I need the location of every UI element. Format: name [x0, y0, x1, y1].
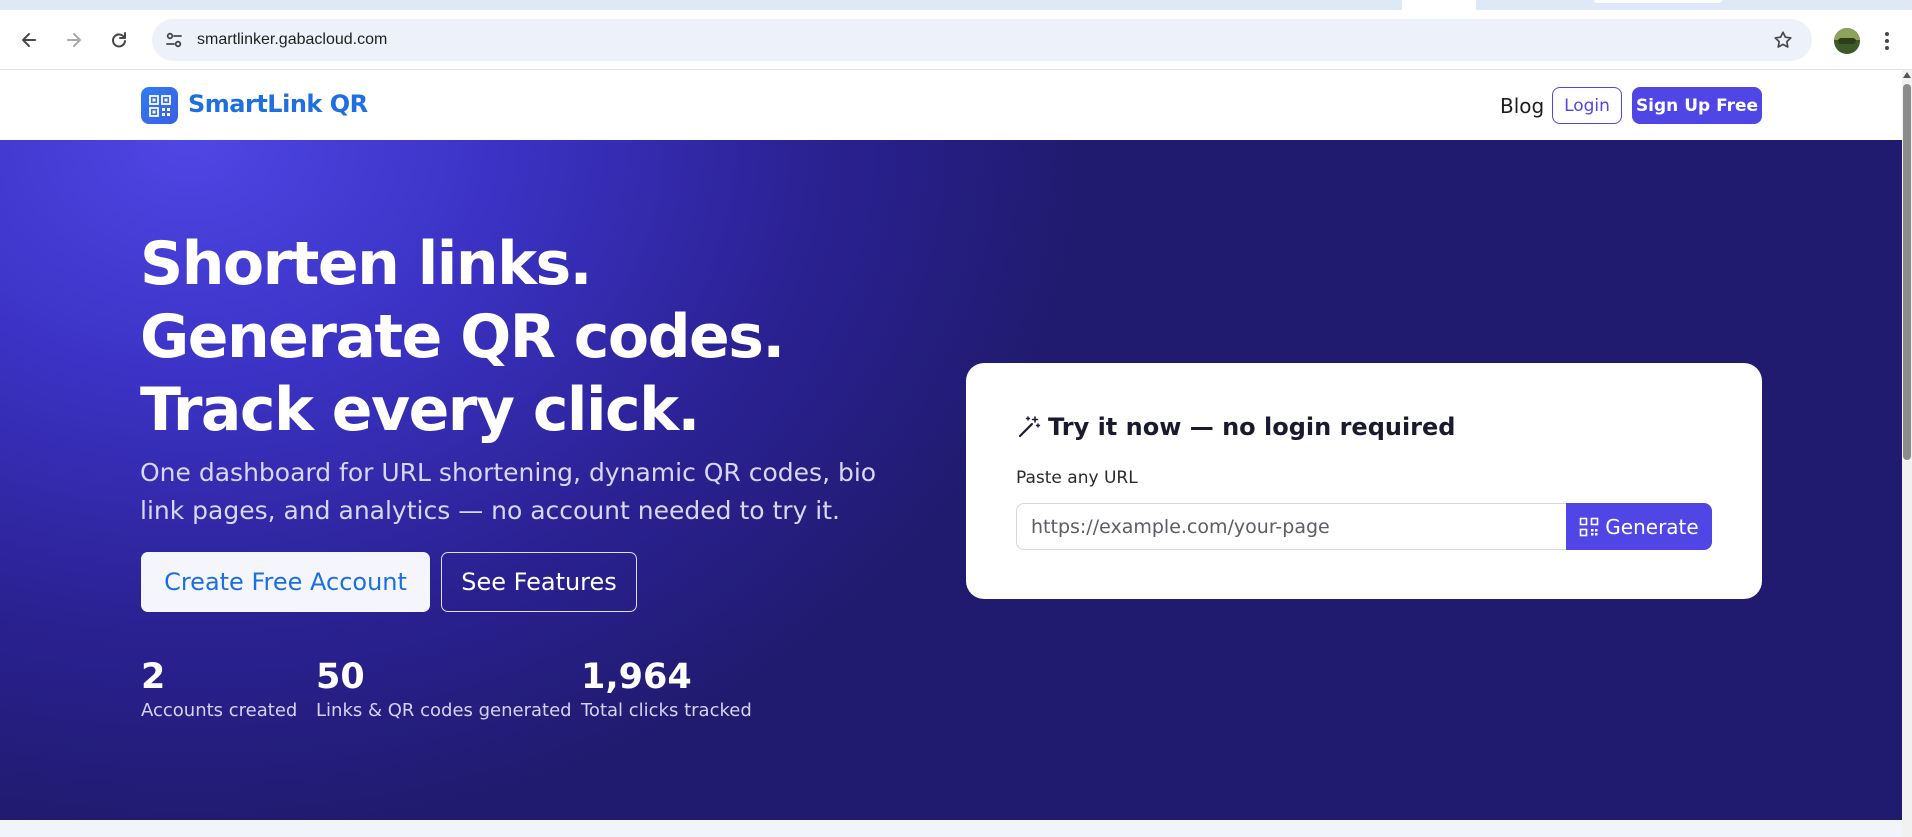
browser-toolbar: smartlinker.gabacloud.com: [0, 10, 1912, 70]
stat-label: Links & QR codes generated: [316, 700, 572, 721]
page-scrollbar[interactable]: [1902, 70, 1912, 837]
try-it-card: Try it now — no login required Paste any…: [966, 363, 1762, 599]
browser-tab[interactable]: [1594, 0, 1722, 3]
site-header: SmartLink QR Blog Login Sign Up Free: [0, 70, 1902, 140]
back-button[interactable]: [17, 28, 41, 52]
stat-value: 2: [141, 657, 166, 697]
generate-button[interactable]: Generate: [1566, 503, 1712, 550]
qr-code-icon: [1579, 517, 1599, 536]
hero-title: Shorten links. Generate QR codes. Track …: [140, 229, 785, 445]
url-input[interactable]: [1016, 503, 1569, 550]
nav-blog-link[interactable]: Blog: [1500, 94, 1544, 118]
hero-subtitle: One dashboard for URL shortening, dynami…: [140, 458, 877, 525]
stat-value: 1,964: [581, 657, 692, 697]
reload-button[interactable]: [107, 28, 131, 52]
tune-icon[interactable]: [164, 30, 184, 50]
stat-value: 50: [316, 657, 365, 697]
browser-tab-strip: [0, 0, 1912, 10]
stat-label: Accounts created: [141, 700, 298, 721]
scroll-up-icon[interactable]: [1903, 72, 1911, 78]
magic-wand-icon: [1018, 416, 1041, 438]
try-it-title-text: Try it now — no login required: [1048, 413, 1456, 441]
browser-tab-active[interactable]: [1402, 0, 1476, 10]
forward-button[interactable]: [62, 28, 86, 52]
arrow-left-icon: [22, 33, 36, 47]
kebab-icon[interactable]: [1882, 29, 1892, 53]
try-it-title: Try it now — no login required: [1016, 413, 1455, 441]
stat-links: 50 Links & QR codes generated: [316, 656, 572, 721]
profile-avatar[interactable]: [1834, 28, 1860, 54]
address-bar[interactable]: smartlinker.gabacloud.com: [152, 19, 1812, 61]
stat-accounts: 2 Accounts created: [141, 656, 297, 721]
hero-section: Shorten links. Generate QR codes. Track …: [0, 140, 1902, 820]
see-features-button[interactable]: See Features: [441, 552, 637, 612]
scrollbar-thumb[interactable]: [1903, 84, 1911, 460]
signup-button[interactable]: Sign Up Free: [1632, 87, 1762, 124]
brand-name[interactable]: SmartLink QR: [188, 90, 368, 118]
stat-label: Total clicks tracked: [581, 700, 752, 721]
next-section-edge: [0, 820, 1902, 837]
generate-button-label: Generate: [1605, 514, 1699, 539]
login-button[interactable]: Login: [1552, 87, 1622, 124]
stat-clicks: 1,964 Total clicks tracked: [581, 656, 752, 721]
star-icon[interactable]: [1772, 29, 1794, 51]
arrow-right-icon: [67, 33, 81, 47]
url-field-label: Paste any URL: [1016, 468, 1138, 488]
reload-icon: [112, 32, 126, 48]
qr-logo-icon[interactable]: [141, 87, 178, 124]
address-bar-url[interactable]: smartlinker.gabacloud.com: [197, 31, 387, 49]
create-account-button[interactable]: Create Free Account: [141, 552, 430, 612]
